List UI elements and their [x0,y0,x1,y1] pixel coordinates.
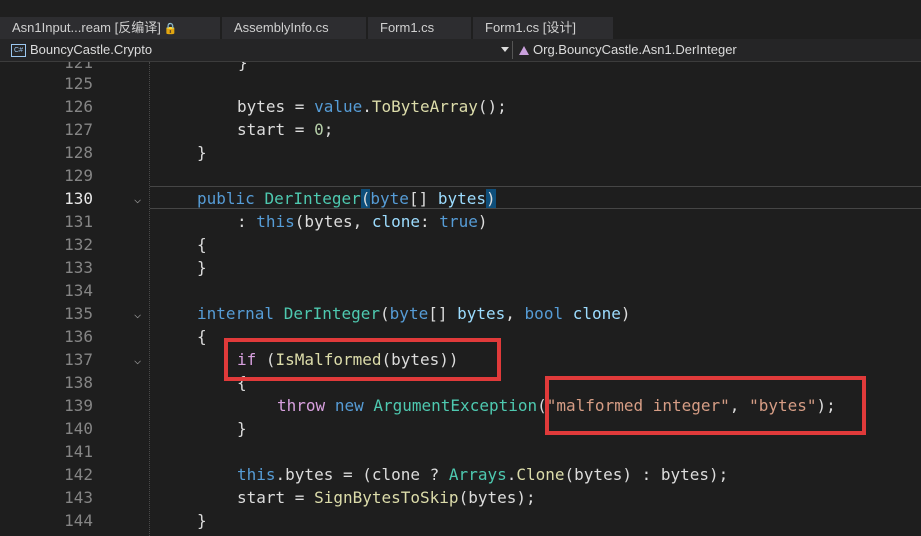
tab-label: Asn1Input...ream [反编译] [12,20,161,35]
line-number: 139 [64,396,93,415]
project-dropdown[interactable]: C# BouncyCastle.Crypto [11,39,152,61]
tab-asn1inputstream[interactable]: Asn1Input...ream [反编译] 🔒 [0,17,220,39]
document-tab-strip: Asn1Input...ream [反编译] 🔒 AssemblyInfo.cs … [0,0,921,39]
code-line: 133 } [0,256,921,279]
code-text: if (IsMalformed(bytes)) [237,350,459,369]
line-number: 135 [64,304,93,323]
code-line: 139 throw new ArgumentException("malform… [0,394,921,417]
line-number: 131 [64,212,93,231]
code-text: { [237,373,247,392]
code-text: } [197,258,207,277]
tab-label: Form1.cs [设计] [485,20,577,35]
code-text: { [197,327,207,346]
navigation-bar: C# BouncyCastle.Crypto Org.BouncyCastle.A… [0,39,921,62]
line-number: 126 [64,97,93,116]
line-number: 125 [64,74,93,93]
code-line: 136 { [0,325,921,348]
code-line: 137 ⌵ if (IsMalformed(bytes)) [0,348,921,371]
member-dropdown[interactable]: Org.BouncyCastle.Asn1.DerInteger [519,39,737,61]
code-line: 144 } [0,509,921,532]
code-line: 135 ⌵ internal DerInteger(byte[] bytes, … [0,302,921,325]
code-line: 140 } [0,417,921,440]
tab-form1-cs[interactable]: Form1.cs [368,17,471,39]
code-line: 129 [0,164,921,187]
code-text: : this(bytes, clone: true) [237,212,488,231]
line-number: 130 [64,189,93,208]
code-line: 138 { [0,371,921,394]
line-number: 134 [64,281,93,300]
code-text: } [237,419,247,438]
line-number: 136 [64,327,93,346]
line-number: 129 [64,166,93,185]
chevron-down-icon[interactable] [501,47,509,52]
code-line: 143 start = SignBytesToSkip(bytes); [0,486,921,509]
code-line: 127 start = 0; [0,118,921,141]
code-line: 141 [0,440,921,463]
code-line: 134 [0,279,921,302]
code-editor[interactable]: 121 } 125 126 bytes = value.ToByteArray(… [0,62,921,536]
line-number: 138 [64,373,93,392]
tab-assemblyinfo[interactable]: AssemblyInfo.cs [222,17,366,39]
code-line: 142 this.bytes = (clone ? Arrays.Clone(b… [0,463,921,486]
project-name: BouncyCastle.Crypto [30,42,153,57]
line-number: 144 [64,511,93,530]
tab-form1-designer[interactable]: Form1.cs [设计] [473,17,613,39]
line-number: 133 [64,258,93,277]
code-line: 132 { [0,233,921,256]
divider [512,41,513,59]
line-number: 127 [64,120,93,139]
code-text: start = 0; [237,120,334,139]
code-text: internal DerInteger(byte[] bytes, bool c… [197,304,631,323]
collapse-chevron-icon[interactable]: ⌵ [134,192,141,206]
code-line: 128 } [0,141,921,164]
code-line: 131 : this(bytes, clone: true) [0,210,921,233]
lock-icon: 🔒 [163,23,178,35]
code-text: bytes = value.ToByteArray(); [237,97,507,116]
line-number: 140 [64,419,93,438]
line-number: 137 [64,350,93,369]
line-number: 141 [64,442,93,461]
code-text: } [197,143,207,162]
csharp-project-icon: C# [11,44,26,58]
code-line: 130 ⌵ public DerInteger(byte[] bytes) [0,187,921,210]
code-line: 125 [0,72,921,95]
line-number: 128 [64,143,93,162]
member-name: Org.BouncyCastle.Asn1.DerInteger [533,42,737,57]
code-text: public DerInteger(byte[] bytes) [197,189,496,208]
code-text: this.bytes = (clone ? Arrays.Clone(bytes… [237,465,729,484]
code-text: start = SignBytesToSkip(bytes); [237,488,536,507]
class-icon [519,46,529,56]
code-text: } [197,511,207,530]
collapse-chevron-icon[interactable]: ⌵ [134,353,141,367]
collapse-chevron-icon[interactable]: ⌵ [134,307,141,321]
line-number: 142 [64,465,93,484]
tab-label: Form1.cs [380,20,435,35]
line-number: 132 [64,235,93,254]
tab-label: AssemblyInfo.cs [234,20,329,35]
code-line: 126 bytes = value.ToByteArray(); [0,95,921,118]
code-text: throw new ArgumentException("malformed i… [277,396,836,415]
line-number: 143 [64,488,93,507]
code-text: { [197,235,207,254]
